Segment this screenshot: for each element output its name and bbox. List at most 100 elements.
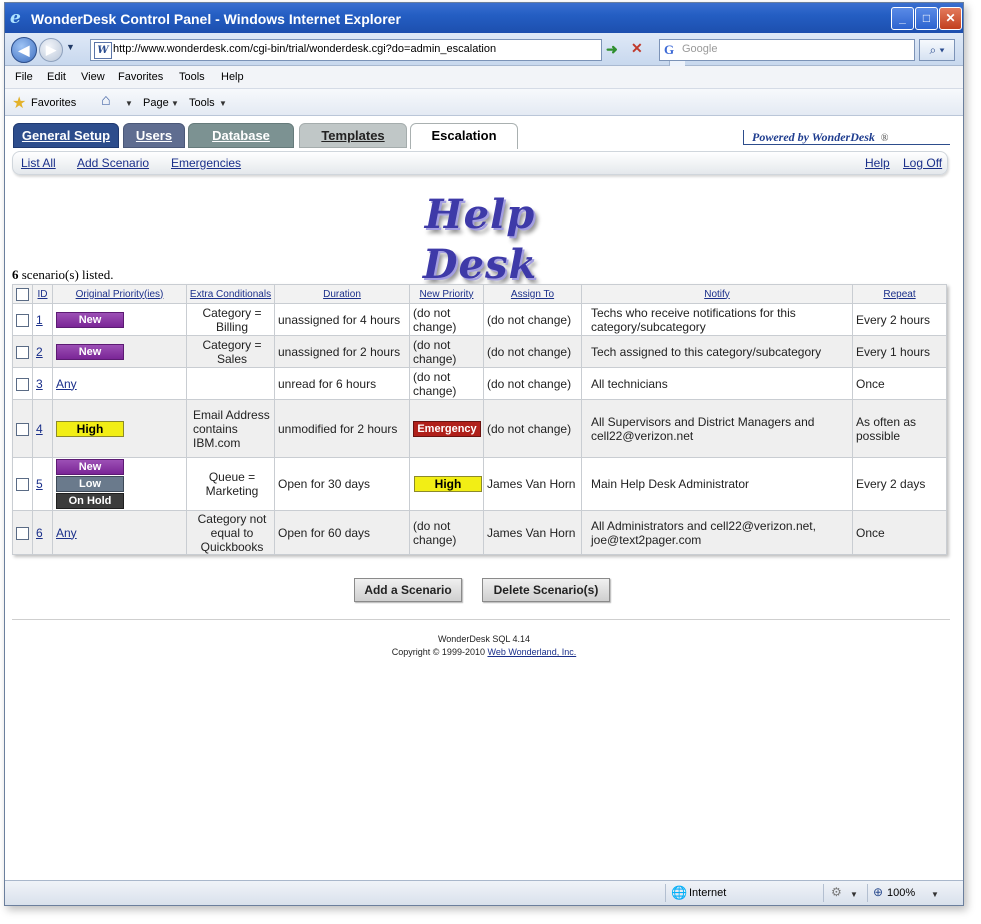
sort-notify-link[interactable]: Notify [704, 289, 730, 300]
sort-duration-link[interactable]: Duration [323, 289, 361, 300]
notify-cell: All Administrators and cell22@verizon.ne… [581, 510, 853, 555]
add-scenario-button[interactable]: Add a Scenario [354, 578, 462, 602]
log-off-link[interactable]: Log Off [903, 156, 942, 170]
tools-dropdown-icon[interactable]: ▼ [219, 99, 227, 108]
duration-cell: unassigned for 2 hours [274, 335, 410, 368]
stop-icon[interactable]: ✕ [631, 40, 643, 57]
close-button[interactable]: ✕ [939, 7, 962, 30]
tab-templates[interactable]: Templates [299, 123, 407, 148]
priority-cell: New [52, 303, 187, 336]
search-input[interactable]: G Google [659, 39, 915, 61]
repeat-cell: Every 1 hours [852, 335, 947, 368]
protected-mode-icon[interactable]: ⚙ [831, 885, 842, 899]
condition-cell: Email Address contains IBM.com [186, 399, 275, 458]
scenario-id-link[interactable]: 1 [36, 313, 43, 327]
menu-favorites[interactable]: Favorites [118, 71, 163, 83]
scenario-id-link[interactable]: 2 [36, 345, 43, 359]
page-dropdown-icon[interactable]: ▼ [171, 99, 179, 108]
sort-extra-conditionals-link[interactable]: Extra Conditionals [190, 289, 271, 300]
url-input[interactable]: W http://www.wonderdesk.com/cgi-bin/tria… [90, 39, 685, 66]
condition-cell [186, 367, 275, 400]
minimize-button[interactable]: _ [891, 7, 914, 30]
scenario-id-link[interactable]: 4 [36, 422, 43, 436]
row-checkbox[interactable] [16, 422, 29, 436]
company-link[interactable]: Web Wonderland, Inc. [487, 647, 576, 657]
home-dropdown-icon[interactable]: ▼ [125, 99, 133, 108]
zoom-level[interactable]: 100% [887, 887, 915, 899]
table-row: 4 High Email Address contains IBM.com un… [12, 399, 947, 458]
sort-id-link[interactable]: ID [38, 289, 48, 300]
priority-badge-new: New [56, 459, 124, 475]
select-all-checkbox[interactable] [16, 287, 29, 301]
new-priority-text: (do not change) [413, 369, 457, 398]
status-separator [867, 884, 868, 902]
assign-to-cell: (do not change) [483, 335, 582, 368]
scenario-id-link[interactable]: 6 [36, 526, 43, 540]
duration-cell: Open for 30 days [274, 457, 410, 511]
emergencies-link[interactable]: Emergencies [171, 156, 241, 170]
sort-original-priority-link[interactable]: Original Priority(ies) [76, 289, 164, 300]
favorites-button[interactable]: Favorites [31, 97, 76, 109]
row-checkbox[interactable] [16, 478, 29, 492]
tools-menu-button[interactable]: Tools [189, 97, 215, 109]
row-checkbox[interactable] [16, 313, 29, 327]
priority-any-link[interactable]: Any [56, 526, 77, 540]
scenario-id-link[interactable]: 3 [36, 377, 43, 391]
row-checkbox[interactable] [16, 377, 29, 391]
priority-any-link[interactable]: Any [56, 377, 77, 391]
registered-mark: ® [880, 133, 889, 144]
priority-cell: Any [52, 367, 187, 400]
status-bar: 🌐 Internet ⚙ ▼ ⊕ 100% ▼ [5, 880, 963, 905]
duration-cell: unassigned for 4 hours [274, 303, 410, 336]
tab-database[interactable]: Database [188, 123, 294, 148]
protected-mode-dropdown-icon[interactable]: ▼ [850, 890, 858, 899]
url-text[interactable]: http://www.wonderdesk.com/cgi-bin/trial/… [113, 43, 496, 55]
new-priority-cell: High [409, 457, 484, 511]
maximize-button[interactable]: □ [915, 7, 938, 30]
help-link[interactable]: Help [865, 156, 890, 170]
status-separator [823, 884, 824, 902]
notify-text: All Administrators and cell22@verizon.ne… [591, 518, 816, 547]
delete-scenario-button[interactable]: Delete Scenario(s) [482, 578, 610, 602]
repeat-text: As often as possible [856, 414, 917, 443]
add-scenario-link[interactable]: Add Scenario [77, 156, 149, 170]
security-zone-text: Internet [689, 887, 727, 899]
repeat-cell: Every 2 hours [852, 303, 947, 336]
forward-button[interactable]: ▶ [39, 38, 63, 62]
menu-file[interactable]: File [15, 71, 33, 83]
notify-text: All Supervisors and District Managers an… [591, 414, 815, 443]
site-favicon-icon: W [94, 42, 112, 59]
sort-new-priority-link[interactable]: New Priority [420, 289, 474, 300]
zoom-dropdown-icon[interactable]: ▼ [931, 890, 939, 899]
google-icon: G [664, 42, 675, 57]
menu-help[interactable]: Help [221, 71, 244, 83]
sort-repeat-link[interactable]: Repeat [883, 289, 915, 300]
tab-users[interactable]: Users [123, 123, 185, 148]
home-icon[interactable]: ⌂ [101, 92, 111, 110]
page-menu-button[interactable]: Page [143, 97, 169, 109]
row-select-cell [12, 303, 33, 336]
menu-tools[interactable]: Tools [179, 71, 205, 83]
menu-view[interactable]: View [81, 71, 105, 83]
header-new-priority: New Priority [409, 284, 484, 304]
row-checkbox[interactable] [16, 526, 29, 540]
new-priority-text: (do not change) [413, 518, 457, 547]
tab-escalation[interactable]: Escalation [410, 123, 518, 149]
sort-assign-to-link[interactable]: Assign To [511, 289, 554, 300]
zoom-icon[interactable]: ⊕ [873, 885, 883, 899]
list-all-link[interactable]: List All [21, 156, 56, 170]
recent-pages-dropdown-icon[interactable]: ▼ [66, 42, 75, 52]
favorites-star-icon[interactable]: ★ [12, 93, 26, 113]
row-checkbox[interactable] [16, 345, 29, 359]
status-separator [665, 884, 666, 902]
search-button[interactable]: ⌕ ▾ [919, 39, 955, 61]
notify-cell: Tech assigned to this category/subcatego… [581, 335, 853, 368]
version-text: WonderDesk SQL 4.14 [437, 634, 531, 644]
tab-general-setup[interactable]: General Setup [13, 123, 119, 148]
scenario-id-link[interactable]: 5 [36, 477, 43, 491]
menu-edit[interactable]: Edit [47, 71, 66, 83]
assign-to-cell: (do not change) [483, 367, 582, 400]
priority-badge-new: New [56, 343, 124, 360]
back-button[interactable]: ◀ [11, 37, 37, 63]
go-arrow-icon[interactable]: ➜ [606, 41, 618, 58]
